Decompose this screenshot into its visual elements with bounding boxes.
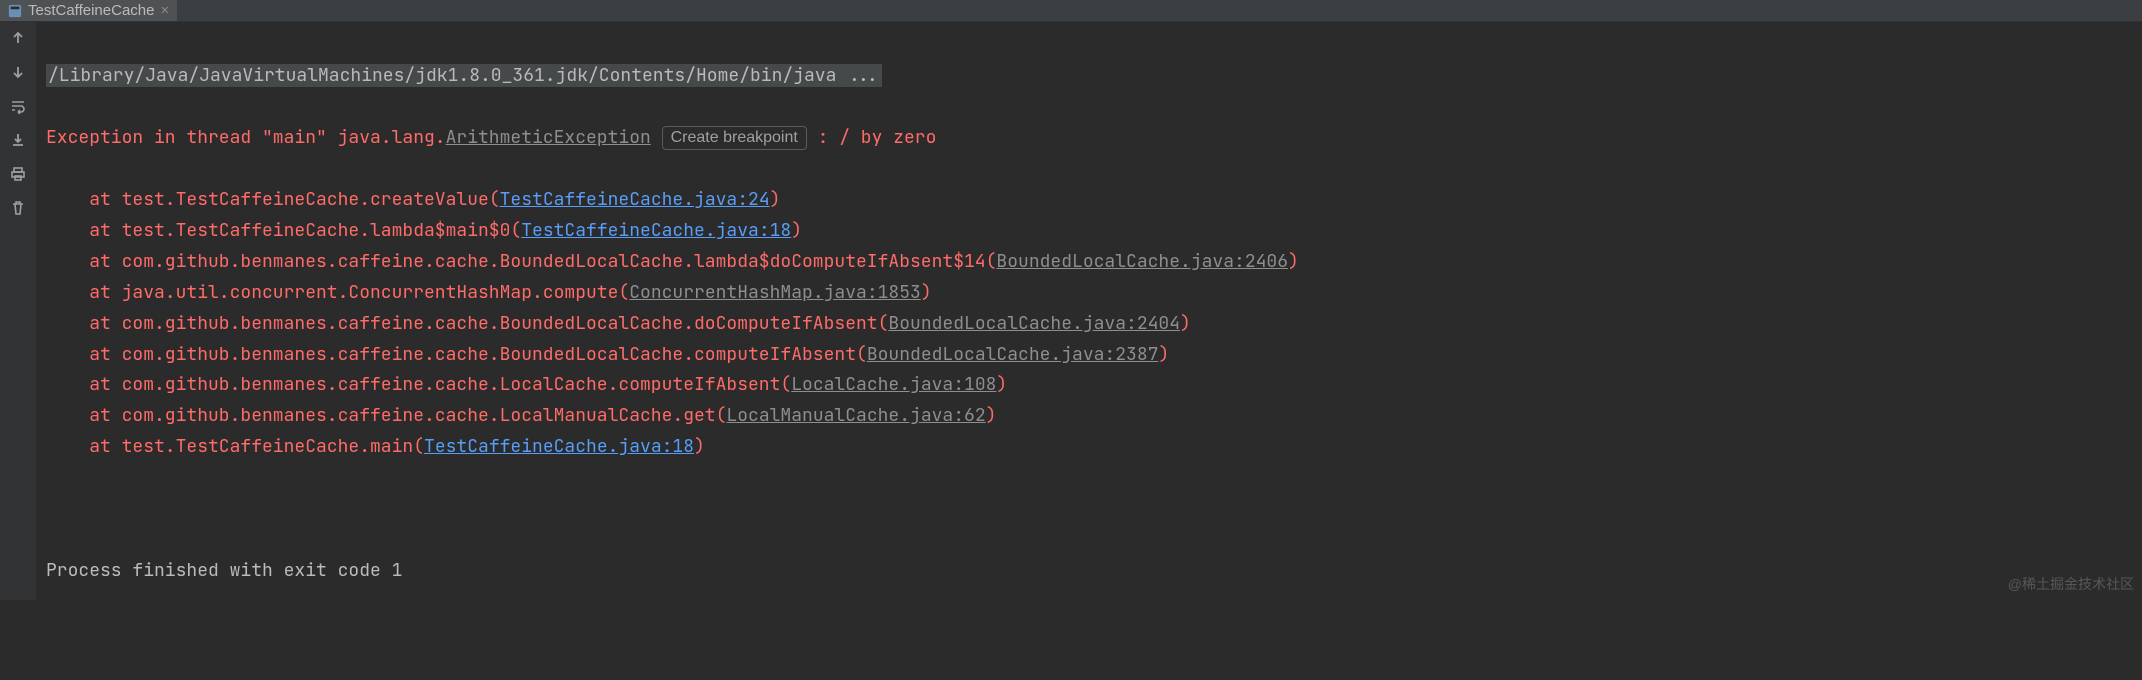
stack-file-link[interactable]: LocalCache.java:108 bbox=[791, 373, 996, 396]
create-breakpoint-button[interactable]: Create breakpoint bbox=[662, 126, 807, 150]
stack-file-link[interactable]: TestCaffeineCache.java:18 bbox=[424, 435, 694, 458]
stack-file-link[interactable]: BoundedLocalCache.java:2387 bbox=[867, 343, 1159, 366]
stack-file-link[interactable]: BoundedLocalCache.java:2406 bbox=[996, 250, 1288, 273]
stack-file-link[interactable]: BoundedLocalCache.java:2404 bbox=[888, 312, 1180, 335]
close-icon[interactable]: × bbox=[160, 2, 169, 19]
stack-location: com.github.benmanes.caffeine.cache.Local… bbox=[122, 373, 781, 396]
paren-close: ) bbox=[1180, 312, 1191, 335]
paren-close: ) bbox=[986, 404, 997, 427]
stack-location: test.TestCaffeineCache.createValue bbox=[122, 188, 489, 211]
stack-location: test.TestCaffeineCache.main bbox=[122, 435, 414, 458]
run-tab[interactable]: TestCaffeineCache × bbox=[0, 0, 177, 21]
paren-close: ) bbox=[1288, 250, 1299, 273]
exception-prefix: Exception in thread "main" bbox=[46, 126, 338, 149]
paren-close: ) bbox=[770, 188, 781, 211]
paren-open: ( bbox=[510, 219, 521, 242]
main: /Library/Java/JavaVirtualMachines/jdk1.8… bbox=[0, 22, 2142, 600]
paren-open: ( bbox=[780, 373, 791, 396]
stack-at: at bbox=[46, 281, 122, 304]
paren-close: ) bbox=[694, 435, 705, 458]
arrow-down-icon[interactable] bbox=[8, 62, 28, 82]
paren-close: ) bbox=[921, 281, 932, 304]
tab-bar: TestCaffeineCache × bbox=[0, 0, 2142, 22]
stack-location: test.TestCaffeineCache.lambda$main$0 bbox=[122, 219, 511, 242]
application-icon bbox=[8, 4, 22, 18]
exit-line: Process finished with exit code 1 bbox=[46, 559, 402, 582]
tab-title: TestCaffeineCache bbox=[28, 2, 154, 19]
stack-location: com.github.benmanes.caffeine.cache.Local… bbox=[122, 404, 716, 427]
exception-pkg: java.lang. bbox=[338, 126, 446, 149]
console-output[interactable]: /Library/Java/JavaVirtualMachines/jdk1.8… bbox=[36, 22, 2142, 600]
paren-close: ) bbox=[1158, 343, 1169, 366]
paren-open: ( bbox=[856, 343, 867, 366]
stack-file-link[interactable]: TestCaffeineCache.java:24 bbox=[500, 188, 770, 211]
stack-location: com.github.benmanes.caffeine.cache.Bound… bbox=[122, 250, 986, 273]
stack-file-link[interactable]: ConcurrentHashMap.java:1853 bbox=[629, 281, 921, 304]
paren-open: ( bbox=[878, 312, 889, 335]
paren-open: ( bbox=[413, 435, 424, 458]
paren-open: ( bbox=[986, 250, 997, 273]
stack-file-link[interactable]: LocalManualCache.java:62 bbox=[726, 404, 985, 427]
arrow-up-icon[interactable] bbox=[8, 28, 28, 48]
paren-close: ) bbox=[791, 219, 802, 242]
print-icon[interactable] bbox=[8, 164, 28, 184]
stack-at: at bbox=[46, 404, 122, 427]
stack-at: at bbox=[46, 373, 122, 396]
stack-location: com.github.benmanes.caffeine.cache.Bound… bbox=[122, 312, 878, 335]
paren-open: ( bbox=[489, 188, 500, 211]
watermark: @稀土掘金技术社区 bbox=[2008, 572, 2134, 596]
paren-close: ) bbox=[996, 373, 1007, 396]
paren-open: ( bbox=[716, 404, 727, 427]
paren-open: ( bbox=[618, 281, 629, 304]
stack-at: at bbox=[46, 219, 122, 242]
stack-location: com.github.benmanes.caffeine.cache.Bound… bbox=[122, 343, 856, 366]
exception-message: : / by zero bbox=[807, 126, 937, 149]
wrap-icon[interactable] bbox=[8, 96, 28, 116]
console-gutter bbox=[0, 22, 36, 600]
download-icon[interactable] bbox=[8, 130, 28, 150]
trash-icon[interactable] bbox=[8, 198, 28, 218]
stack-location: java.util.concurrent.ConcurrentHashMap.c… bbox=[122, 281, 619, 304]
stack-at: at bbox=[46, 250, 122, 273]
stack-at: at bbox=[46, 435, 122, 458]
stack-at: at bbox=[46, 312, 122, 335]
command-line: /Library/Java/JavaVirtualMachines/jdk1.8… bbox=[46, 64, 882, 87]
stack-at: at bbox=[46, 188, 122, 211]
exception-class-link[interactable]: ArithmeticException bbox=[446, 126, 651, 149]
stack-at: at bbox=[46, 343, 122, 366]
stack-file-link[interactable]: TestCaffeineCache.java:18 bbox=[521, 219, 791, 242]
